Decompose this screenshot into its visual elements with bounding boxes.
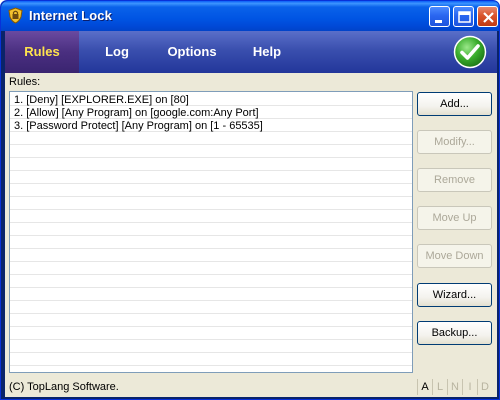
copyright-text: (C) TopLang Software. xyxy=(9,381,119,393)
add-button[interactable]: Add... xyxy=(417,92,492,116)
rules-label: Rules: xyxy=(9,76,41,88)
close-icon xyxy=(483,12,494,23)
minimize-button[interactable] xyxy=(429,6,450,27)
app-window: Internet Lock Rules Log Options Help Rul… xyxy=(0,0,500,400)
lock-shield-icon xyxy=(8,7,23,24)
rules-list[interactable]: 1. [Deny] [EXPLORER.EXE] on [80] 2. [All… xyxy=(9,91,413,373)
status-bar: (C) TopLang Software. A L N I D xyxy=(5,375,497,397)
modify-button[interactable]: Modify... xyxy=(417,130,492,154)
status-indicator-d: D xyxy=(477,379,492,395)
status-indicator-l: L xyxy=(432,379,447,395)
maximize-icon xyxy=(458,11,471,23)
backup-button[interactable]: Backup... xyxy=(417,321,492,345)
status-indicator-a: A xyxy=(417,379,432,395)
list-item[interactable]: 1. [Deny] [EXPLORER.EXE] on [80] xyxy=(14,94,189,107)
status-indicator-n: N xyxy=(447,379,462,395)
status-indicator-i: I xyxy=(462,379,477,395)
close-button[interactable] xyxy=(477,6,498,27)
tab-options[interactable]: Options xyxy=(157,31,227,73)
minimize-icon xyxy=(435,20,442,23)
checkmark-icon[interactable] xyxy=(453,35,487,69)
maximize-button[interactable] xyxy=(453,6,474,27)
client-area: Rules: 1. [Deny] [EXPLORER.EXE] on [80] … xyxy=(5,73,497,397)
window-title: Internet Lock xyxy=(29,8,112,23)
tab-rules[interactable]: Rules xyxy=(5,31,79,73)
list-item[interactable]: 2. [Allow] [Any Program] on [google.com:… xyxy=(14,107,259,120)
move-down-button[interactable]: Move Down xyxy=(417,244,492,268)
remove-button[interactable]: Remove xyxy=(417,168,492,192)
move-up-button[interactable]: Move Up xyxy=(417,206,492,230)
wizard-button[interactable]: Wizard... xyxy=(417,283,492,307)
tab-log[interactable]: Log xyxy=(89,31,145,73)
title-bar[interactable]: Internet Lock xyxy=(1,1,499,31)
tab-help[interactable]: Help xyxy=(239,31,295,73)
main-nav: Rules Log Options Help xyxy=(5,31,497,73)
list-item[interactable]: 3. [Password Protect] [Any Program] on [… xyxy=(14,120,263,133)
